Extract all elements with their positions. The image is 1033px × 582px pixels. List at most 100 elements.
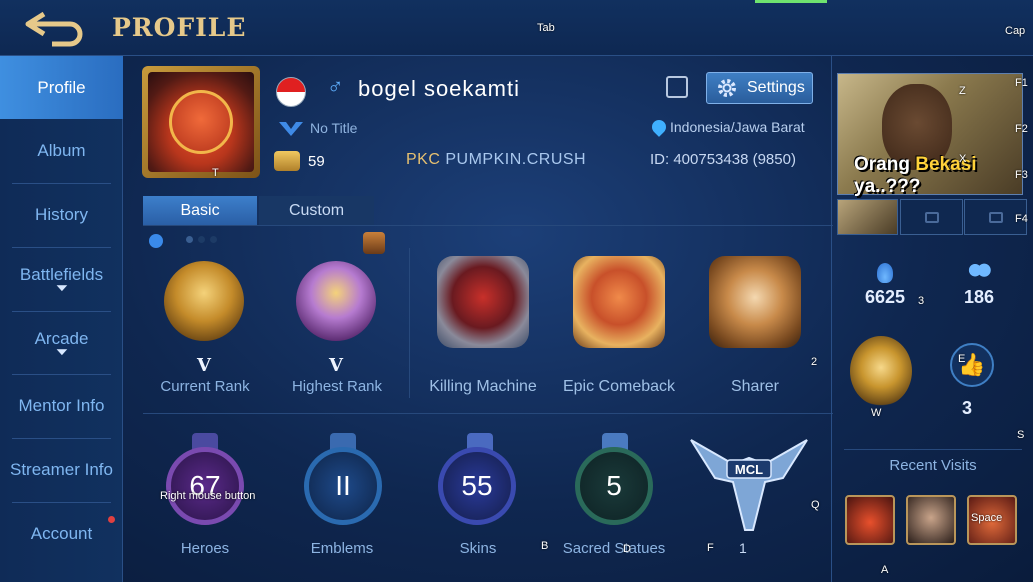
swap-icon[interactable] [149, 234, 163, 248]
recent-visitor-avatar[interactable] [906, 495, 956, 545]
key-hint-f1: F1 [1015, 77, 1028, 89]
location-text: Indonesia/Jawa Barat [670, 119, 805, 135]
tab-custom[interactable]: Custom [259, 196, 374, 225]
hero-portrait [169, 90, 233, 154]
skins-value: 55 [461, 470, 493, 501]
followers-value: 186 [963, 287, 995, 307]
gear-icon [718, 79, 736, 97]
settings-button[interactable]: Settings [706, 72, 813, 104]
chevron-down-icon: ▼ [52, 346, 71, 358]
like-button[interactable]: 👍 [950, 343, 994, 387]
camera-icon [925, 212, 939, 223]
key-hint-w: W [871, 407, 882, 419]
epic-comeback-label: Epic Comeback [562, 378, 676, 395]
sidebar-item-account[interactable]: Account [0, 502, 123, 565]
current-rank-icon[interactable] [164, 261, 244, 341]
sidebar-item-battlefields[interactable]: Battlefields ▼ [0, 247, 123, 310]
sidebar-item-streamer-info[interactable]: Streamer Info [0, 438, 123, 501]
key-hint-cap: Cap [1005, 25, 1026, 37]
killing-machine-label: Killing Machine [429, 378, 537, 395]
like-count: 3 [962, 398, 973, 418]
squad-label: PUMPKIN.CRUSH [445, 151, 587, 168]
profile-photo[interactable]: Orang Bekasi ya..??? [837, 73, 1023, 198]
sidebar-item-album[interactable]: Album [0, 119, 123, 182]
photo-caption-text: Orang [854, 154, 916, 175]
back-arrow-icon[interactable] [22, 8, 88, 48]
page-dots [186, 236, 217, 243]
sidebar-item-label: Mentor Info [18, 395, 105, 415]
page-dot [198, 236, 205, 243]
right-panel: Orang Bekasi ya..??? Z X F1 F2 F3 F4 662… [831, 56, 1033, 582]
sharer-icon[interactable] [709, 256, 801, 348]
sidebar-item-history[interactable]: History [0, 183, 123, 246]
photo-album-icon[interactable] [666, 76, 688, 98]
mcl-text: MCL [735, 462, 763, 477]
photo-thumbnail[interactable] [837, 199, 898, 235]
country-flag-icon [276, 77, 306, 107]
sidebar-item-mentor-info[interactable]: Mentor Info [0, 374, 123, 437]
level-badge-icon [274, 151, 300, 171]
recent-visits-title: Recent Visits [889, 457, 977, 474]
location: Indonesia/Jawa Barat [649, 117, 805, 137]
key-hint-f2: F2 [1015, 123, 1028, 135]
key-hint-rmb: Right mouse button [160, 490, 256, 502]
page-title: PROFILE [112, 13, 247, 42]
mcl-trophy-icon[interactable]: MCL [687, 434, 811, 534]
popularity-value: 6625 [864, 287, 906, 307]
photo-caption-highlight: Bekasi [915, 154, 977, 175]
photo-caption: Orang Bekasi ya..??? [854, 154, 1022, 198]
key-hint-q: Q [811, 499, 820, 511]
key-hint-2: 2 [811, 356, 818, 368]
location-pin-icon [649, 117, 669, 137]
divider [409, 248, 410, 398]
player-title[interactable]: No Title [278, 119, 357, 137]
highest-rank-icon[interactable] [296, 261, 376, 341]
followers[interactable]: 186 [954, 263, 1004, 308]
gender-male-icon: ♂ [327, 74, 344, 99]
killing-machine-icon[interactable] [437, 256, 529, 348]
squad-name[interactable]: PKC PUMPKIN.CRUSH [406, 151, 586, 169]
top-bar: PROFILE [0, 0, 1033, 56]
recent-visitor-avatar[interactable] [845, 495, 895, 545]
sacred-statues-count[interactable]: 5 [575, 447, 653, 525]
key-hint-tab: Tab [537, 22, 555, 34]
sacred-statues-label: Sacred Statues [562, 540, 666, 557]
season-badge-icon [363, 232, 385, 254]
divider [844, 449, 1022, 450]
sidebar-item-arcade[interactable]: Arcade ▼ [0, 311, 123, 374]
emblems-value: II [335, 470, 351, 501]
emblems-count[interactable]: II [304, 447, 382, 525]
key-hint-3: 3 [918, 295, 925, 307]
key-hint-x: X [959, 153, 967, 165]
emblems-label: Emblems [310, 540, 374, 557]
epic-comeback-icon[interactable] [573, 256, 665, 348]
sidebar-item-label: Profile [37, 77, 86, 97]
photo-slot[interactable] [900, 199, 963, 235]
sidebar-item-label: Arcade [34, 328, 89, 348]
profile-main: T ♂ bogel soekamti No Title 59 PKC PUMPK… [124, 56, 833, 582]
key-hint-b: B [541, 540, 549, 552]
sidebar-item-label: Battlefields [19, 264, 104, 284]
player-level: 59 [274, 151, 325, 171]
key-hint-f4: F4 [1015, 213, 1028, 225]
camera-icon [989, 212, 1003, 223]
title-wings-icon [279, 122, 303, 136]
skins-count[interactable]: 55 [438, 447, 516, 525]
key-hint-d: D [623, 543, 631, 555]
tab-basic[interactable]: Basic [143, 196, 257, 225]
heroes-count[interactable]: 67 [166, 447, 244, 525]
skins-label: Skins [459, 540, 497, 557]
squad-tag: PKC [406, 151, 441, 168]
highest-rank-label: Highest Rank [291, 378, 383, 395]
sidebar-item-label: Account [30, 523, 93, 543]
avatar-image [148, 72, 254, 172]
sidebar-item-profile[interactable]: Profile [0, 56, 123, 119]
charisma-medal-icon[interactable] [850, 336, 912, 406]
key-hint-f3: F3 [1015, 169, 1028, 181]
username: bogel soekamti [358, 76, 520, 101]
avatar[interactable] [142, 66, 260, 178]
page-dot [186, 236, 193, 243]
level-value: 59 [308, 152, 325, 170]
sharer-label: Sharer [730, 378, 780, 395]
highest-rank-tier: V [329, 355, 343, 376]
